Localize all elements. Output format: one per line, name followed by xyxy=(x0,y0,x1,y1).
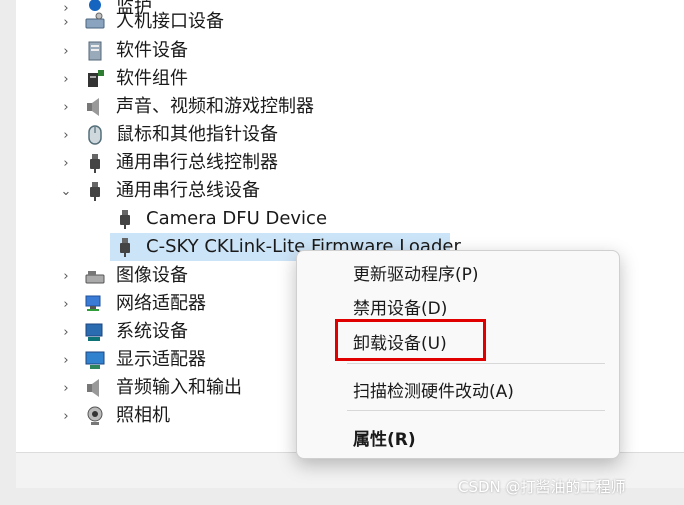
software-device-icon xyxy=(84,40,106,62)
menu-separator xyxy=(347,410,605,411)
annotation-highlight-box xyxy=(335,319,486,361)
tree-item-label: 软件组件 xyxy=(116,68,188,89)
tree-item-label: 人机接口设备 xyxy=(116,11,224,32)
watermark: CSDN @打酱油的工程师 xyxy=(458,478,626,496)
menu-item-properties[interactable]: 属性(R) xyxy=(297,421,619,453)
tree-item-label: 软件设备 xyxy=(116,40,188,61)
chevron-right-icon[interactable]: › xyxy=(60,262,72,290)
tree-item-label: Camera DFU Device xyxy=(146,208,328,229)
chevron-right-icon[interactable]: › xyxy=(60,121,72,149)
tree-category-item[interactable]: › 软件设备 xyxy=(0,37,440,65)
usb-icon xyxy=(84,180,106,202)
menu-separator xyxy=(347,363,605,364)
chevron-down-icon[interactable]: ⌄ xyxy=(60,177,72,205)
tree-child-item[interactable]: Camera DFU Device xyxy=(0,205,440,233)
scanner-icon xyxy=(84,265,106,287)
system-device-icon xyxy=(84,321,106,343)
chevron-right-icon[interactable]: › xyxy=(60,290,72,318)
tree-item-label: 显示适配器 xyxy=(116,349,206,370)
menu-item-scan-hardware[interactable]: 扫描检测硬件改动(A) xyxy=(297,373,619,405)
chevron-right-icon[interactable]: › xyxy=(60,37,72,65)
usb-icon xyxy=(84,152,106,174)
tree-category-item[interactable]: › 人机接口设备 xyxy=(0,8,440,36)
tree-item-label: 鼠标和其他指针设备 xyxy=(116,124,278,145)
mouse-icon xyxy=(84,124,106,146)
tree-item-label: 声音、视频和游戏控制器 xyxy=(116,96,314,117)
hid-icon xyxy=(84,11,106,33)
tree-category-item[interactable]: ⌄ 通用串行总线设备 xyxy=(0,177,440,205)
tree-category-item[interactable]: › 通用串行总线控制器 xyxy=(0,149,440,177)
tree-item-label: 网络适配器 xyxy=(116,293,206,314)
speaker-icon xyxy=(84,377,106,399)
properties-label: 属性(R) xyxy=(353,429,416,450)
tree-category-item[interactable]: › 鼠标和其他指针设备 xyxy=(0,121,440,149)
chevron-right-icon[interactable]: › xyxy=(60,318,72,346)
chevron-right-icon[interactable]: › xyxy=(60,346,72,374)
scan-hardware-label: 扫描检测硬件改动(A) xyxy=(353,381,514,402)
usb-icon xyxy=(114,208,136,230)
tree-item-label: 图像设备 xyxy=(116,265,188,286)
speaker-icon xyxy=(84,96,106,118)
tree-item-label: 照相机 xyxy=(116,405,170,426)
software-component-icon xyxy=(84,68,106,90)
chevron-right-icon[interactable]: › xyxy=(60,8,72,36)
disable-device-label: 禁用设备(D) xyxy=(353,298,448,319)
usb-icon xyxy=(114,236,136,258)
menu-item-disable-device[interactable]: 禁用设备(D) xyxy=(297,290,619,322)
chevron-right-icon[interactable]: › xyxy=(60,374,72,402)
chevron-right-icon[interactable]: › xyxy=(60,93,72,121)
chevron-right-icon[interactable]: › xyxy=(60,65,72,93)
tree-item-label: 通用串行总线控制器 xyxy=(116,152,278,173)
tree-category-item[interactable]: › 软件组件 xyxy=(0,65,440,93)
tree-item-label: 系统设备 xyxy=(116,321,188,342)
tree-item-label: 通用串行总线设备 xyxy=(116,180,260,201)
webcam-icon xyxy=(84,405,106,427)
update-driver-label: 更新驱动程序(P) xyxy=(353,264,479,285)
chevron-right-icon[interactable]: › xyxy=(60,402,72,430)
menu-item-update-driver[interactable]: 更新驱动程序(P) xyxy=(297,256,619,288)
chevron-right-icon[interactable]: › xyxy=(60,149,72,177)
display-adapter-icon xyxy=(84,349,106,371)
tree-category-item[interactable]: › 声音、视频和游戏控制器 xyxy=(0,93,440,121)
tree-item-label: 音频输入和输出 xyxy=(116,377,242,398)
network-adapter-icon xyxy=(84,293,106,315)
